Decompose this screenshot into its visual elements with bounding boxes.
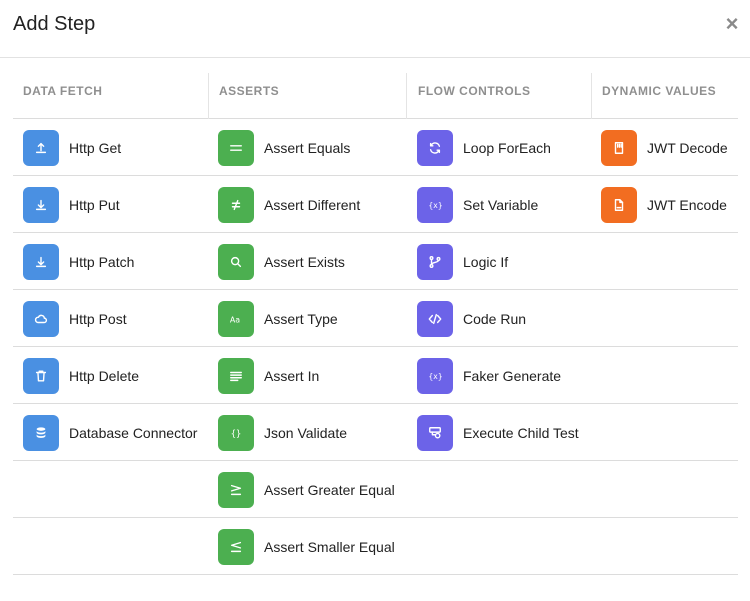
not-equal-icon — [218, 186, 254, 223]
step-item-execute-child-test[interactable]: Execute Child Test — [406, 404, 591, 461]
child-test-icon — [417, 414, 453, 451]
step-label: Loop ForEach — [463, 139, 551, 156]
table-row: Http Get Assert Equals Loop ForEach JWT Dec… — [13, 119, 738, 176]
step-label: Assert Exists — [264, 253, 345, 270]
step-item-assert-in[interactable]: Assert In — [208, 347, 406, 404]
braces-icon: {} — [218, 414, 254, 451]
column-header-asserts: ASSERTS — [208, 73, 406, 119]
step-label: Http Delete — [69, 367, 140, 384]
step-label: Set Variable — [463, 196, 539, 213]
column-header-data-fetch: DATA FETCH — [23, 84, 103, 98]
equals-icon — [218, 129, 254, 166]
download-icon — [23, 186, 59, 223]
greater-equal-icon — [218, 471, 254, 508]
step-label: JWT Encode — [647, 196, 727, 213]
step-label: Assert Different — [264, 196, 361, 213]
jwt-encode-icon — [601, 186, 637, 223]
step-label: Assert Type — [264, 310, 338, 327]
step-label: Http Post — [69, 310, 127, 327]
step-item-assert-smaller-equal[interactable]: Assert Smaller Equal — [208, 518, 406, 575]
search-icon — [218, 243, 254, 280]
step-item-assert-exists[interactable]: Assert Exists — [208, 233, 406, 290]
step-label: Assert Smaller Equal — [264, 538, 395, 555]
table-row: Assert Smaller Equal — [13, 518, 738, 575]
step-item-logic-if[interactable]: Logic If — [406, 233, 591, 290]
svg-text:{x}: {x} — [428, 372, 442, 381]
step-item-loop-foreach[interactable]: Loop ForEach — [406, 119, 591, 176]
step-item-jwt-decode[interactable]: JWT Decode — [591, 119, 738, 176]
dialog-header: Add Step × — [0, 0, 750, 58]
step-label: Http Get — [69, 139, 122, 156]
database-icon — [23, 414, 59, 451]
step-label: Http Patch — [69, 253, 135, 270]
column-header-flow-controls: FLOW CONTROLS — [406, 73, 591, 119]
step-item-assert-greater-equal[interactable]: Assert Greater Equal — [208, 461, 406, 518]
column-header-dynamic-values: DYNAMIC VALUES — [591, 73, 738, 119]
code-icon — [417, 300, 453, 337]
table-row: Database Connector {} Json Validate Execute… — [13, 404, 738, 461]
column-headers: DATA FETCH ASSERTS FLOW CONTROLS DYNAMIC VA… — [13, 73, 738, 119]
step-label: Http Put — [69, 196, 120, 213]
close-icon[interactable]: × — [722, 12, 742, 36]
jwt-decode-icon — [601, 129, 637, 166]
git-branch-icon — [417, 243, 453, 280]
align-left-icon — [218, 357, 254, 394]
variable-icon: {x} — [417, 186, 453, 223]
table-row: Http Patch Assert Exists Logic If — [13, 233, 738, 290]
step-label: Faker Generate — [463, 367, 562, 384]
less-equal-icon — [218, 528, 254, 565]
step-label: JWT Decode — [647, 139, 728, 156]
step-item-http-put[interactable]: Http Put — [13, 176, 208, 233]
step-item-http-get[interactable]: Http Get — [13, 119, 208, 176]
step-item-assert-type[interactable]: Aa Assert Type — [208, 290, 406, 347]
step-item-database-connector[interactable]: Database Connector — [13, 404, 208, 461]
table-row: Http Put Assert Different {x} Set Variable J… — [13, 176, 738, 233]
trash-icon — [23, 357, 59, 394]
step-item-assert-different[interactable]: Assert Different — [208, 176, 406, 233]
step-rows: Http Get Assert Equals Loop ForEach JWT Dec… — [13, 119, 738, 575]
dialog-title: Add Step — [13, 13, 96, 35]
step-label: Assert In — [264, 367, 320, 384]
step-label: Assert Equals — [264, 139, 351, 156]
download-icon — [23, 243, 59, 280]
cloud-icon — [23, 300, 59, 337]
variable-icon: {x} — [417, 357, 453, 394]
table-row: Http Delete Assert In {x} Faker Generate — [13, 347, 738, 404]
step-item-json-validate[interactable]: {} Json Validate — [208, 404, 406, 461]
refresh-icon — [417, 129, 453, 166]
step-item-code-run[interactable]: Code Run — [406, 290, 591, 347]
step-item-set-variable[interactable]: {x} Set Variable — [406, 176, 591, 233]
step-item-assert-equals[interactable]: Assert Equals — [208, 119, 406, 176]
step-label: Code Run — [463, 310, 527, 327]
step-label: Json Validate — [264, 424, 348, 441]
table-row: Assert Greater Equal — [13, 461, 738, 518]
step-item-http-patch[interactable]: Http Patch — [13, 233, 208, 290]
step-label: Logic If — [463, 253, 509, 270]
text-type-icon: Aa — [218, 300, 254, 337]
svg-text:Aa: Aa — [230, 315, 240, 324]
svg-text:{}: {} — [231, 429, 242, 439]
step-grid: DATA FETCH ASSERTS FLOW CONTROLS DYNAMIC VA… — [13, 73, 738, 575]
step-item-http-delete[interactable]: Http Delete — [13, 347, 208, 404]
step-item-faker-generate[interactable]: {x} Faker Generate — [406, 347, 591, 404]
step-label: Database Connector — [69, 424, 198, 441]
step-item-jwt-encode[interactable]: JWT Encode — [591, 176, 738, 233]
step-item-http-post[interactable]: Http Post — [13, 290, 208, 347]
step-label: Assert Greater Equal — [264, 481, 395, 498]
svg-text:{x}: {x} — [428, 201, 442, 210]
table-row: Http Post Aa Assert Type Code Run — [13, 290, 738, 347]
step-label: Execute Child Test — [463, 424, 579, 441]
upload-icon — [23, 129, 59, 166]
